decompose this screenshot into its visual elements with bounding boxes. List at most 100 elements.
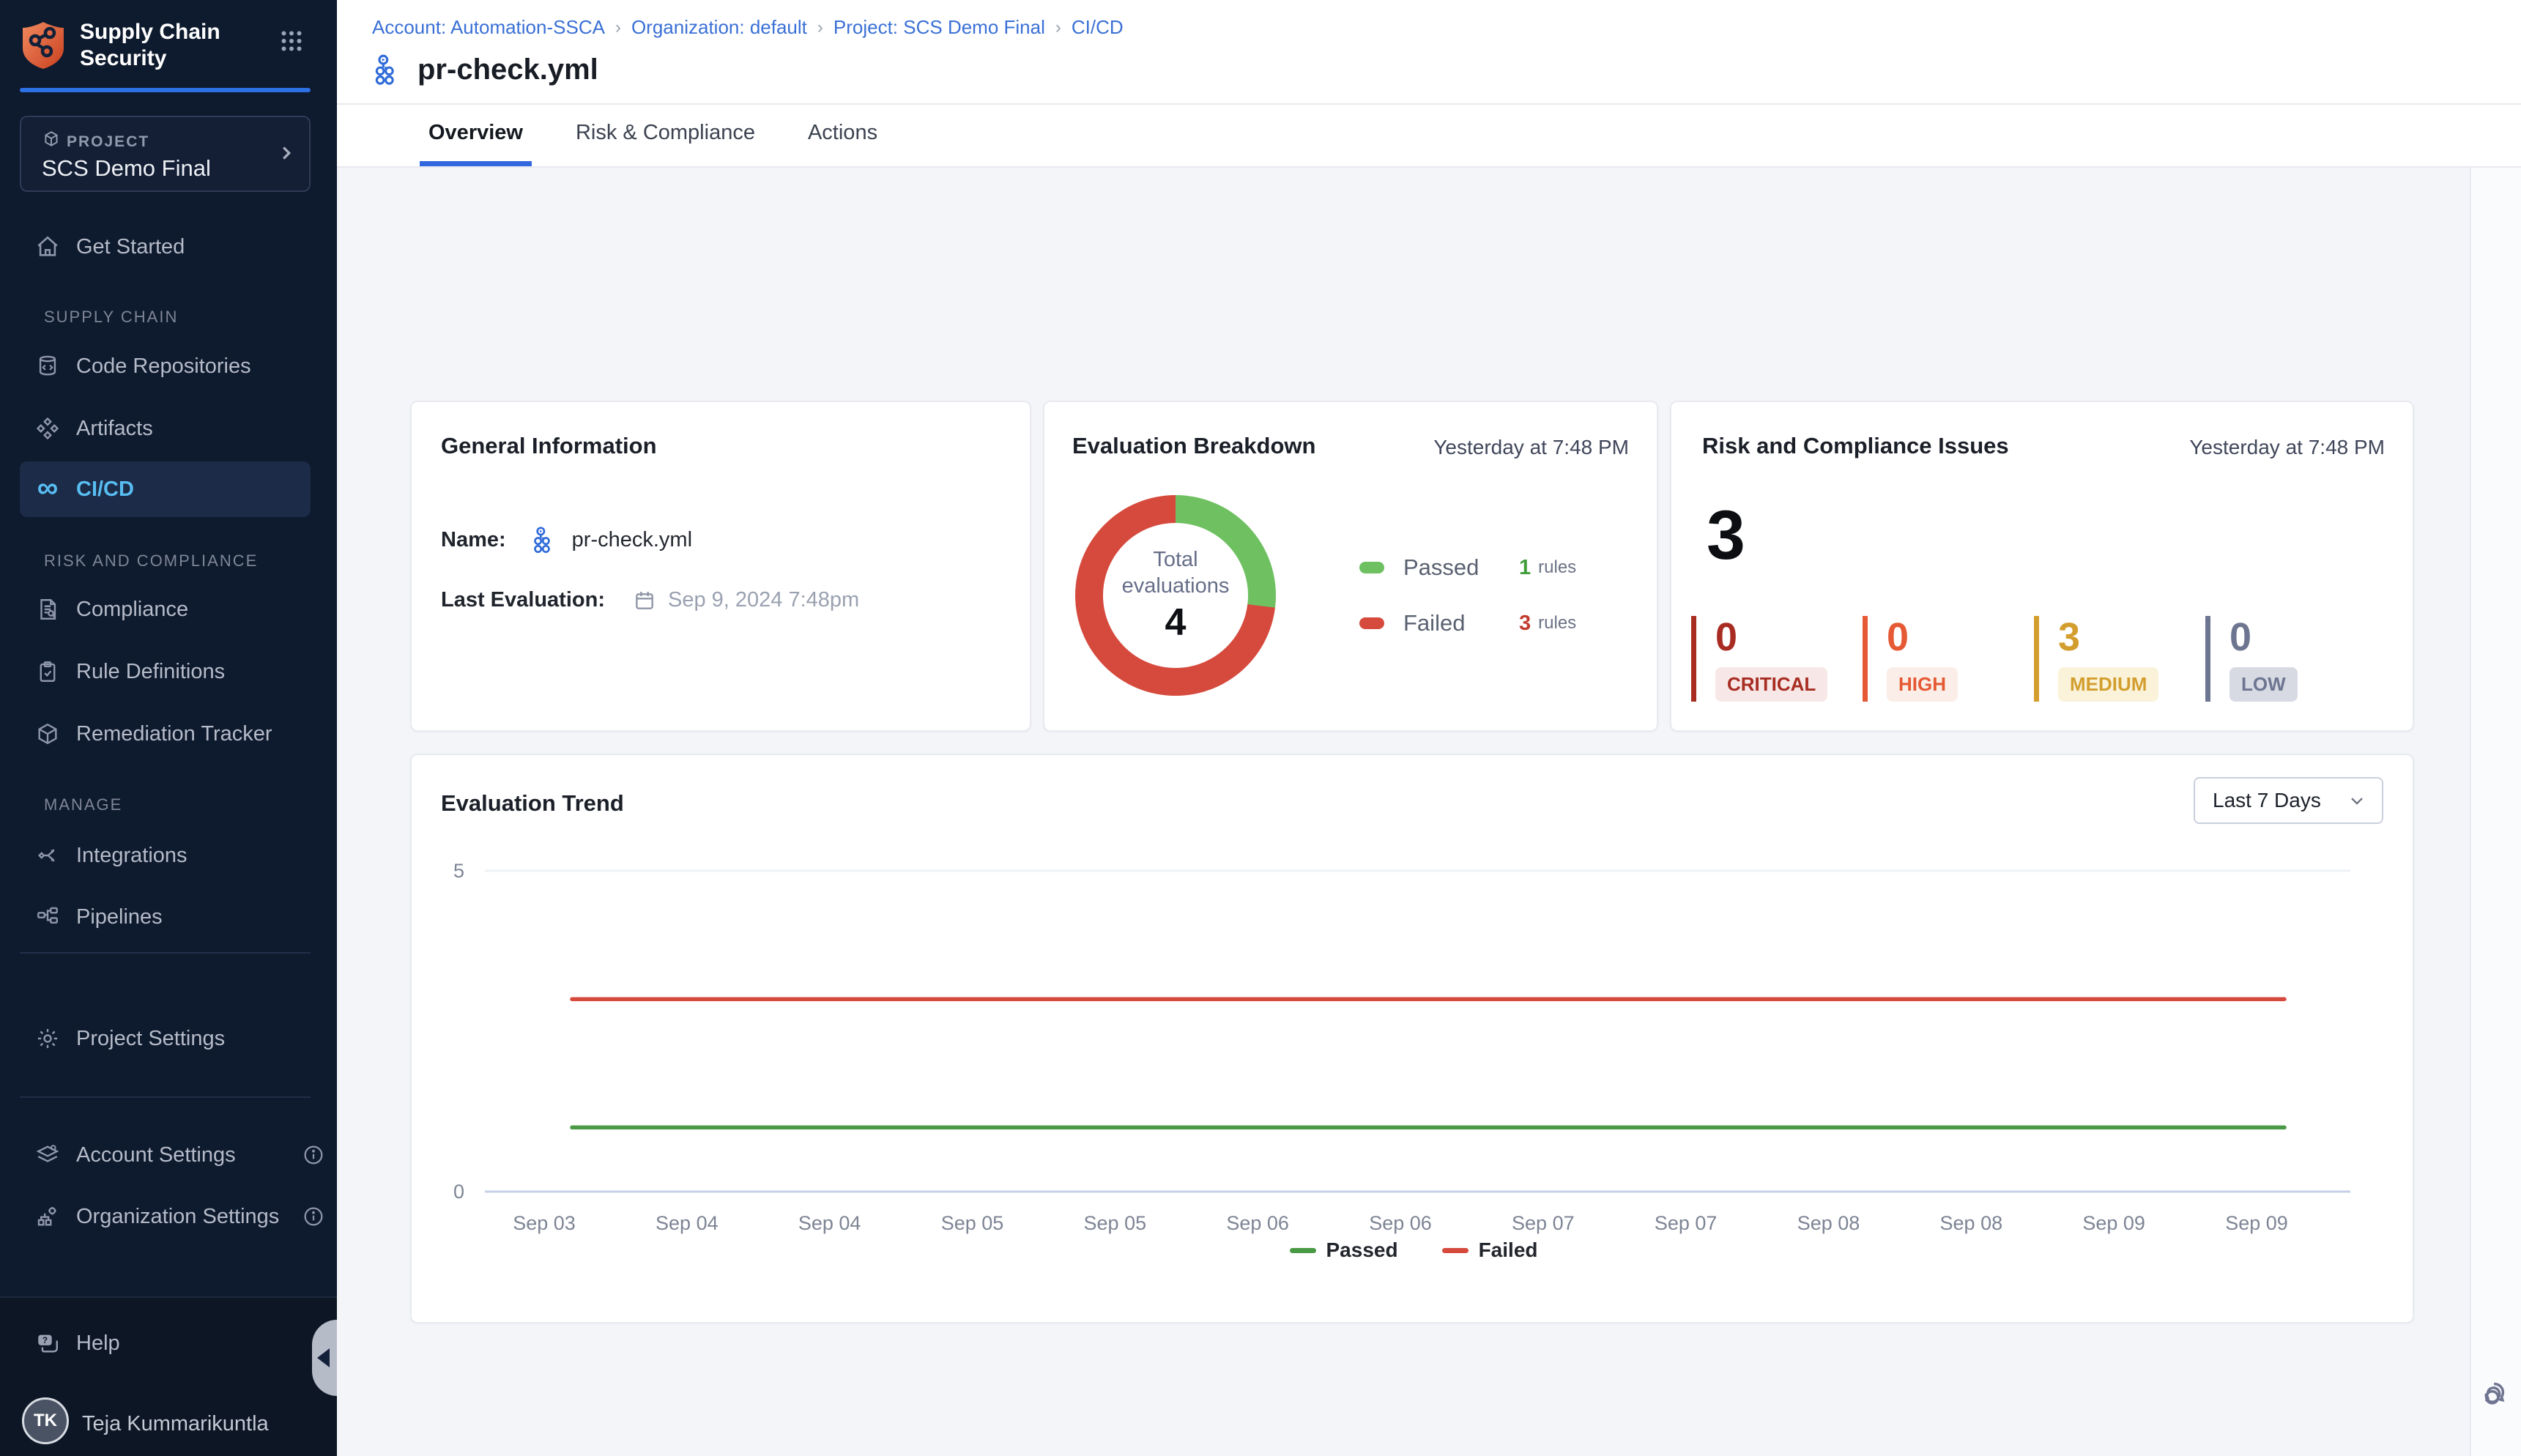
legend-unit: rules: [1538, 557, 1576, 578]
severity-count: 0: [1887, 616, 2034, 658]
breadcrumb: Account: Automation-SSCA › Organization:…: [372, 16, 1124, 39]
box-icon: [35, 721, 60, 746]
user-name[interactable]: Teja Kummarikuntla: [82, 1412, 269, 1436]
breadcrumb-account[interactable]: Account: Automation-SSCA: [372, 16, 605, 39]
svg-text:Sep 06: Sep 06: [1226, 1212, 1289, 1234]
sidebar-item-label: Code Repositories: [76, 354, 251, 379]
svg-text:Sep 04: Sep 04: [656, 1212, 719, 1234]
sidebar-item-label: Project Settings: [76, 1027, 225, 1051]
legend-item-passed: Passed 1 rules: [1359, 554, 1576, 581]
passed-line-swatch: [1290, 1248, 1316, 1253]
sidebar-item-compliance[interactable]: Compliance: [20, 582, 311, 637]
tab-actions[interactable]: Actions: [799, 105, 886, 166]
donut-center-label: Total: [1153, 546, 1198, 573]
sidebar-item-code-repositories[interactable]: Code Repositories: [20, 338, 311, 394]
severity-row: 0 CRITICAL 0 HIGH 3 MEDIUM 0 LOW: [1691, 616, 2377, 702]
legend-count: 1: [1519, 556, 1531, 580]
last-evaluation-label: Last Evaluation:: [441, 588, 605, 612]
sidebar-item-label: Artifacts: [76, 417, 153, 441]
svg-text:Sep 03: Sep 03: [513, 1212, 576, 1234]
legend-item-failed: Failed: [1442, 1238, 1538, 1262]
evaluation-breakdown-card: Evaluation Breakdown Yesterday at 7:48 P…: [1043, 401, 1658, 732]
app-header: Supply Chain Security: [20, 19, 311, 72]
svg-text:Sep 07: Sep 07: [1655, 1212, 1718, 1234]
sidebar-item-label: Remediation Tracker: [76, 722, 272, 746]
info-icon[interactable]: [302, 1205, 325, 1228]
info-icon[interactable]: [302, 1143, 325, 1167]
svg-text:Sep 06: Sep 06: [1369, 1212, 1432, 1234]
evaluation-trend-card: Evaluation Trend Last 7 Days 05Sep 03Sep…: [410, 754, 2414, 1323]
trend-line-chart: 05Sep 03Sep 04Sep 04Sep 05Sep 05Sep 06Se…: [412, 755, 2416, 1253]
app-grid-icon[interactable]: [278, 28, 305, 54]
pipeline-icon: [531, 525, 560, 554]
org-gear-icon: [35, 1204, 60, 1229]
svg-text:Sep 05: Sep 05: [1084, 1212, 1147, 1234]
code-repository-icon: [35, 354, 60, 379]
sidebar-item-label: Integrations: [76, 844, 188, 868]
sidebar-item-organization-settings[interactable]: Organization Settings: [20, 1189, 311, 1244]
sidebar-item-remediation-tracker[interactable]: Remediation Tracker: [20, 706, 311, 762]
sidebar-item-project-settings[interactable]: Project Settings: [20, 1011, 311, 1066]
legend-item-passed: Passed: [1290, 1238, 1398, 1262]
severity-low: 0 LOW: [2205, 616, 2377, 702]
project-cube-icon: [42, 130, 61, 149]
tab-risk-compliance[interactable]: Risk & Compliance: [567, 105, 764, 166]
section-supply-chain: SUPPLY CHAIN: [44, 308, 178, 327]
card-timestamp: Yesterday at 7:48 PM: [1433, 436, 1629, 459]
breadcrumb-project[interactable]: Project: SCS Demo Final: [833, 16, 1045, 39]
sidebar-item-rule-definitions[interactable]: Rule Definitions: [20, 644, 311, 699]
tab-overview[interactable]: Overview: [420, 105, 532, 166]
sidebar-item-get-started[interactable]: Get Started: [20, 219, 311, 275]
severity-count: 3: [2058, 616, 2205, 658]
severity-badge: LOW: [2229, 667, 2298, 702]
sidebar-item-artifacts[interactable]: Artifacts: [20, 401, 311, 456]
sidebar-item-label: Compliance: [76, 598, 188, 622]
right-rail: [2470, 168, 2521, 1456]
help-button[interactable]: ? Help: [20, 1315, 311, 1371]
svg-text:?: ?: [42, 1335, 48, 1345]
gear-icon: [35, 1026, 60, 1051]
pipeline-icon: [372, 53, 406, 86]
sidebar-item-integrations[interactable]: Integrations: [20, 828, 311, 883]
breakdown-legend: Passed 1 rules Failed 3 rules: [1359, 554, 1576, 636]
sidebar-item-label: Get Started: [76, 235, 185, 259]
card-title: Evaluation Breakdown: [1072, 433, 1315, 459]
legend-label: Passed: [1326, 1238, 1398, 1262]
legend-unit: rules: [1538, 613, 1576, 634]
legend-label: Passed: [1403, 554, 1519, 581]
project-selector[interactable]: PROJECT SCS Demo Final: [20, 116, 311, 192]
sidebar-item-label: CI/CD: [76, 478, 134, 502]
app-window: Supply Chain Security PROJECT SCS Demo F…: [0, 0, 2521, 1456]
severity-count: 0: [2229, 616, 2377, 658]
sidebar-item-label: Organization Settings: [76, 1205, 279, 1229]
help-label: Help: [76, 1331, 120, 1356]
app-logo-shield-icon: [20, 21, 67, 70]
donut-total-value: 4: [1165, 601, 1187, 645]
severity-high: 0 HIGH: [1863, 616, 2034, 702]
breadcrumb-cicd[interactable]: CI/CD: [1072, 16, 1124, 39]
sidebar-item-label: Account Settings: [76, 1143, 236, 1167]
legend-item-failed: Failed 3 rules: [1359, 610, 1576, 636]
svg-text:Sep 08: Sep 08: [1940, 1212, 2003, 1234]
severity-badge: MEDIUM: [2058, 667, 2158, 702]
home-icon: [35, 234, 60, 259]
sidebar-item-pipelines[interactable]: Pipelines: [20, 889, 311, 945]
name-row: Name: pr-check.yml: [441, 525, 692, 554]
sidebar-item-account-settings[interactable]: Account Settings: [20, 1127, 311, 1183]
user-avatar[interactable]: TK: [22, 1397, 69, 1444]
severity-count: 0: [1715, 616, 1863, 658]
legend-label: Failed: [1403, 610, 1519, 636]
sidebar-item-cicd[interactable]: ∞ CI/CD: [20, 461, 311, 517]
svg-text:5: 5: [453, 860, 464, 882]
breadcrumb-organization[interactable]: Organization: default: [631, 16, 807, 39]
main-area: Account: Automation-SSCA › Organization:…: [337, 0, 2521, 1456]
passed-swatch: [1359, 562, 1384, 573]
sidebar: Supply Chain Security PROJECT SCS Demo F…: [0, 0, 337, 1456]
svg-text:0: 0: [453, 1181, 464, 1203]
clipboard-check-icon: [35, 659, 60, 684]
chat-bubbles-icon[interactable]: [2480, 1378, 2514, 1411]
sidebar-collapse-handle[interactable]: [312, 1320, 337, 1396]
project-label: PROJECT: [67, 133, 149, 151]
name-label: Name:: [441, 528, 506, 552]
tab-bar: Overview Risk & Compliance Actions: [420, 105, 886, 166]
